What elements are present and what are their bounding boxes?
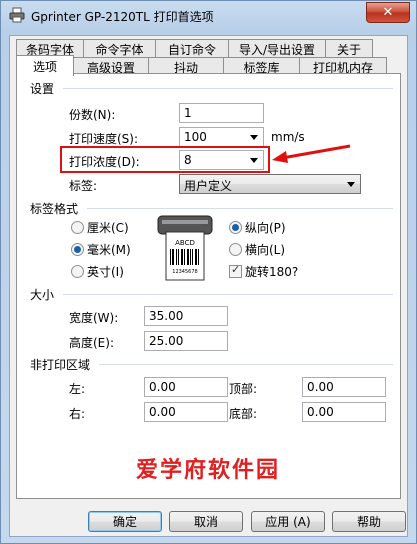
arrow-annotation-icon: [272, 144, 351, 163]
width-label: 宽度(W):: [69, 311, 119, 325]
close-icon: ✕: [382, 5, 394, 20]
unit-cm-label: 厘米(C): [87, 221, 129, 235]
darkness-value: 8: [184, 153, 192, 167]
apply-button[interactable]: 应用 (A): [251, 511, 325, 532]
close-button[interactable]: ✕: [366, 2, 410, 23]
left-margin-label: 左:: [69, 382, 86, 396]
speed-label: 打印速度(S):: [69, 132, 139, 146]
unit-mm-radio[interactable]: [71, 243, 84, 256]
darkness-dropdown[interactable]: 8: [179, 150, 264, 170]
copies-input[interactable]: 1: [179, 103, 264, 123]
margins-group-label: 非打印区域: [30, 358, 91, 372]
orientation-landscape-label: 横向(L): [245, 243, 286, 257]
width-input[interactable]: 35.00: [144, 306, 228, 326]
rotate-checkbox[interactable]: [229, 263, 242, 278]
chevron-down-icon: [250, 135, 258, 140]
printer-preferences-window: Gprinter GP-2120TL 打印首选项 ✕ 条码字体 命令字体 自订命…: [0, 0, 417, 544]
svg-text:ABCD: ABCD: [175, 239, 195, 247]
tab-options[interactable]: 选项: [16, 55, 74, 76]
height-input[interactable]: 25.00: [144, 331, 228, 351]
title-bar[interactable]: Gprinter GP-2120TL 打印首选项 ✕: [1, 1, 416, 29]
printer-icon: [9, 7, 25, 23]
darkness-label: 打印浓度(D):: [69, 155, 140, 169]
settings-divider: [63, 88, 393, 89]
orientation-portrait-radio[interactable]: [229, 221, 242, 234]
label-preview-icon: ABCD 12345678: [157, 215, 213, 281]
watermark-text: 爱学府软件园: [136, 457, 281, 483]
top-margin-label: 顶部:: [229, 382, 258, 396]
margins-divider: [99, 364, 393, 365]
cancel-button[interactable]: 取消: [169, 511, 243, 532]
speed-value: 100: [184, 130, 207, 144]
right-margin-input[interactable]: 0.00: [144, 402, 228, 422]
stock-dropdown[interactable]: 用户定义: [179, 174, 361, 194]
orientation-portrait-label: 纵向(P): [245, 221, 286, 235]
size-group-label: 大小: [30, 288, 55, 302]
ok-button[interactable]: 确定: [88, 511, 162, 532]
stock-label: 标签:: [69, 179, 98, 193]
stock-value: 用户定义: [184, 179, 233, 193]
left-margin-input[interactable]: 0.00: [144, 377, 228, 397]
help-button[interactable]: 帮助: [332, 511, 406, 532]
tab-import-export[interactable]: 导入/导出设置: [228, 39, 326, 58]
rotate-label: 旋转180?: [245, 265, 299, 279]
unit-mm-label: 毫米(M): [87, 243, 131, 257]
copies-label: 份数(N):: [69, 108, 116, 122]
bottom-margin-input[interactable]: 0.00: [302, 402, 386, 422]
tab-about[interactable]: 关于: [325, 39, 373, 58]
tab-command-fonts[interactable]: 命令字体: [83, 39, 156, 58]
size-divider: [63, 294, 393, 295]
tab-custom-commands[interactable]: 自订命令: [155, 39, 229, 58]
right-margin-label: 右:: [69, 407, 86, 421]
options-page: 设置 份数(N): 1 打印速度(S): 100 mm/s 打印浓度(D): 8…: [16, 73, 401, 499]
chevron-down-icon: [347, 182, 355, 187]
settings-group-label: 设置: [30, 82, 55, 96]
window-title: Gprinter GP-2120TL 打印首选项: [31, 10, 214, 24]
format-divider: [87, 208, 393, 209]
unit-inch-label: 英寸(I): [87, 265, 124, 279]
orientation-landscape-radio[interactable]: [229, 243, 242, 256]
height-label: 高度(E):: [69, 336, 114, 350]
unit-cm-radio[interactable]: [71, 221, 84, 234]
bottom-margin-label: 底部:: [229, 407, 258, 421]
chevron-down-icon: [250, 158, 258, 163]
format-group-label: 标签格式: [30, 202, 79, 216]
unit-inch-radio[interactable]: [71, 265, 84, 278]
speed-unit: mm/s: [271, 130, 305, 144]
speed-dropdown[interactable]: 100: [179, 127, 264, 147]
top-margin-input[interactable]: 0.00: [302, 377, 386, 397]
dialog-body: 条码字体 命令字体 自订命令 导入/导出设置 关于 选项 高级设置 抖动 标签库…: [9, 35, 408, 537]
svg-text:12345678: 12345678: [172, 269, 197, 275]
